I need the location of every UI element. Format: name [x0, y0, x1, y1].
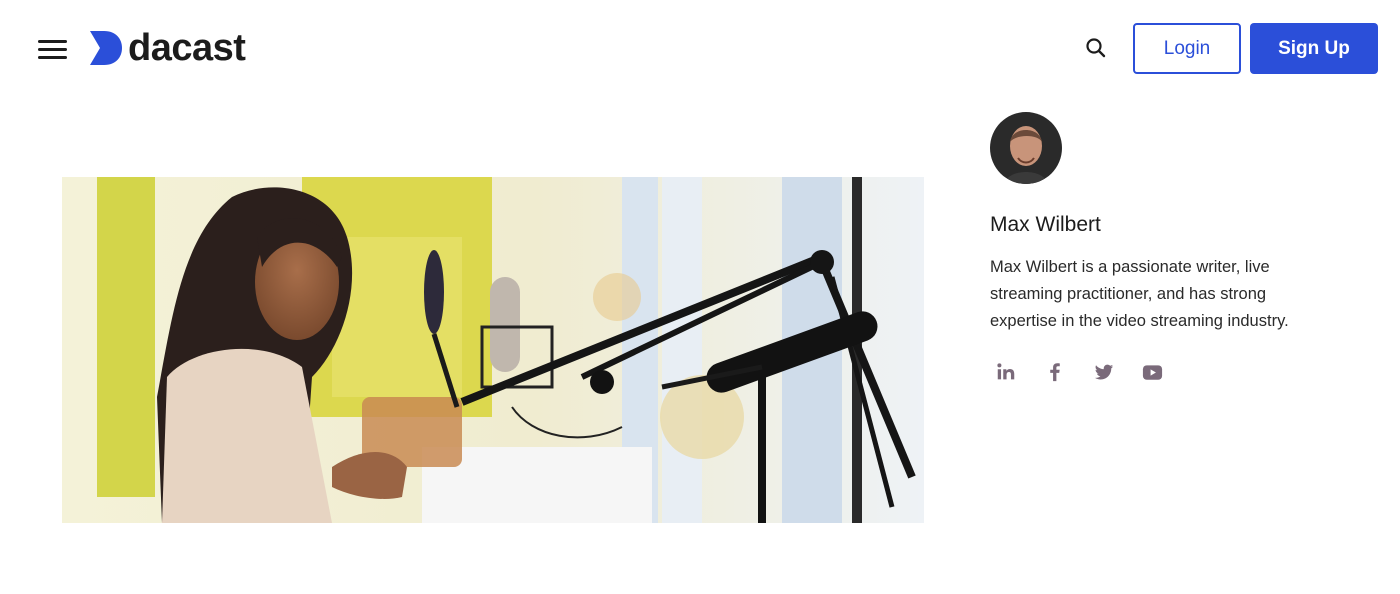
- search-icon[interactable]: [1084, 36, 1108, 60]
- twitter-icon[interactable]: [1088, 359, 1119, 385]
- avatar[interactable]: [990, 112, 1062, 184]
- login-button[interactable]: Login: [1133, 23, 1241, 74]
- logo-mark-icon: [90, 31, 122, 65]
- dacast-logo[interactable]: dacast: [88, 27, 246, 69]
- social-links: [990, 359, 1320, 385]
- author-bio: Max Wilbert is a passionate writer, live…: [990, 258, 1289, 330]
- logo-text: dacast: [128, 27, 246, 69]
- author-card: Max Wilbert Max Wilbert is a passionate …: [990, 112, 1320, 385]
- facebook-icon[interactable]: [1039, 359, 1070, 385]
- signup-button[interactable]: Sign Up: [1250, 23, 1378, 74]
- linkedin-icon[interactable]: [990, 359, 1021, 385]
- hamburger-menu-icon[interactable]: [38, 38, 68, 60]
- hero-image: [62, 177, 924, 523]
- site-header: dacast Login Sign Up: [0, 0, 1400, 98]
- author-name[interactable]: Max Wilbert: [990, 212, 1320, 238]
- youtube-icon[interactable]: [1137, 359, 1168, 385]
